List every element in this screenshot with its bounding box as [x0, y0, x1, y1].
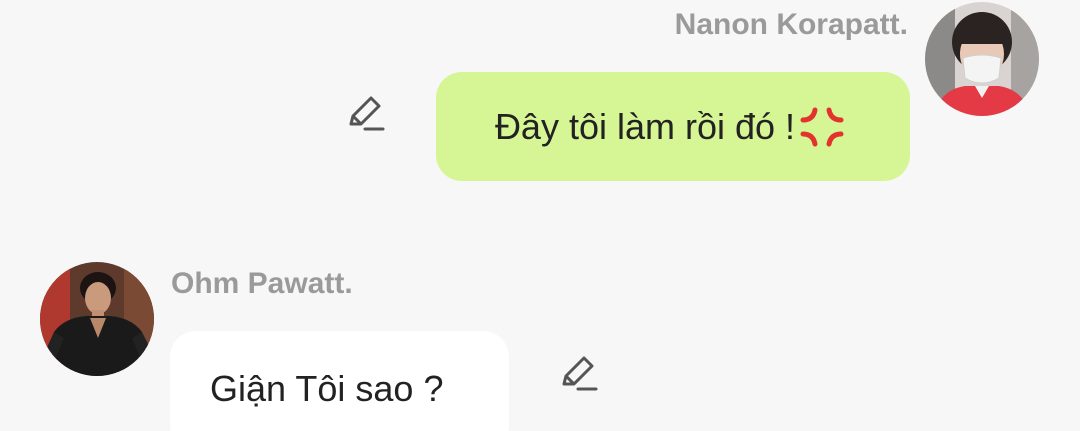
edit-icon[interactable] [558, 354, 598, 394]
avatar-ohm-image [40, 262, 154, 376]
anger-symbol-icon [799, 106, 845, 148]
pencil-edit-icon [562, 356, 598, 391]
avatar-nanon-image [925, 2, 1039, 116]
message-text: Đây tôi làm rồi đó ! [494, 105, 796, 147]
message-bubble-incoming[interactable]: Giận Tôi sao ? [170, 331, 509, 431]
pencil-edit-icon [349, 96, 385, 131]
message-bubble-outgoing[interactable]: Đây tôi làm rồi đó ! [436, 72, 910, 181]
sender-name-nanon: Nanon Korapatt. [674, 8, 908, 41]
avatar-nanon[interactable] [925, 2, 1039, 116]
sender-name-ohm: Ohm Pawatt. [171, 267, 353, 300]
edit-icon[interactable] [345, 94, 385, 134]
avatar-ohm[interactable] [40, 262, 154, 376]
message-text: Giận Tôi sao ? [210, 368, 444, 409]
chat-screen: Nanon Korapatt. Đây tôi làm rồi đó ! Ohm… [0, 0, 1080, 431]
